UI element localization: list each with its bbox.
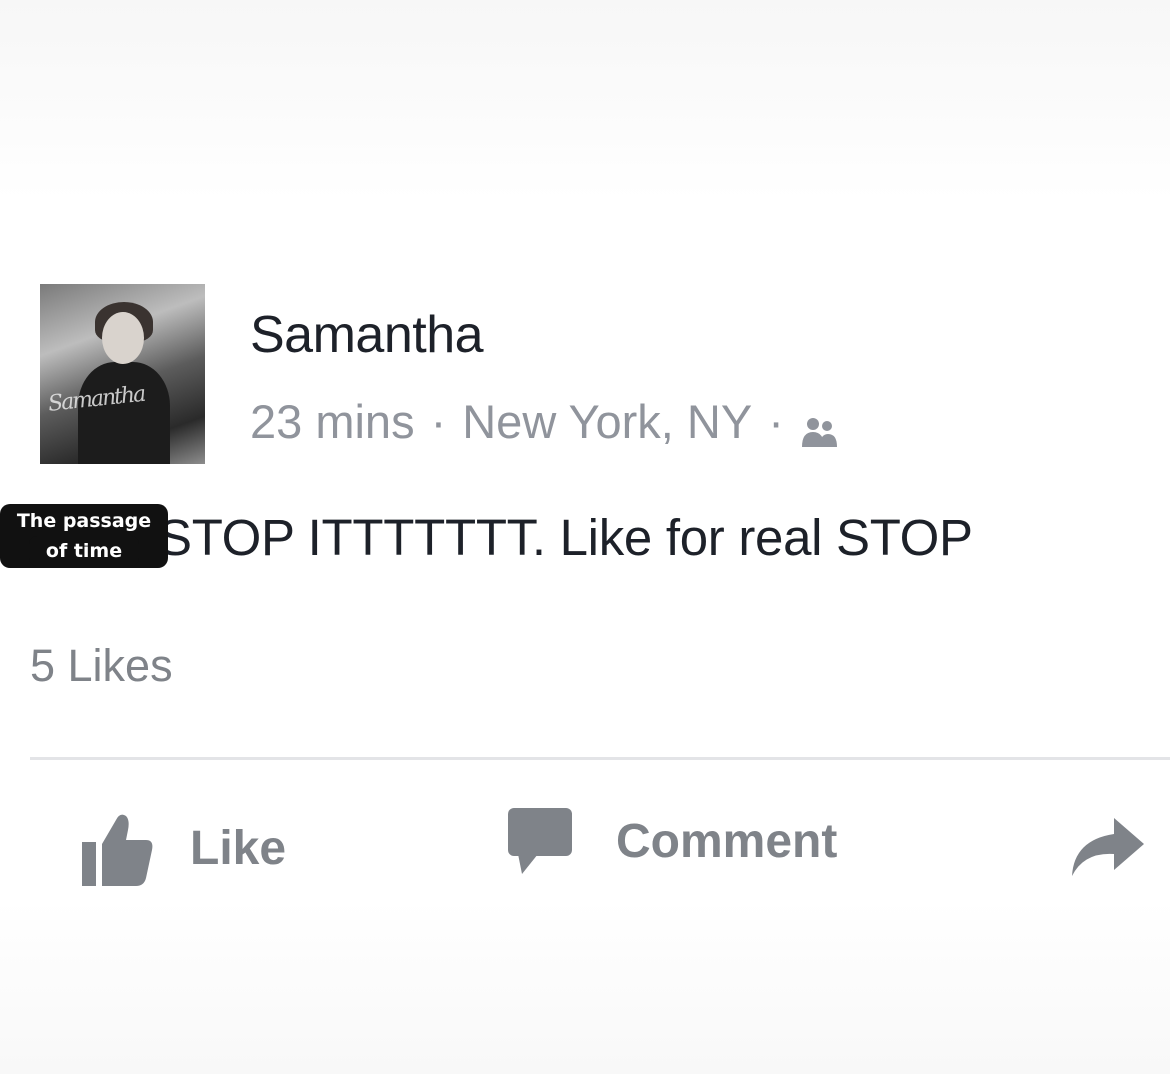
- thumbs-up-icon: [82, 808, 154, 888]
- meta-separator: ·: [430, 395, 447, 448]
- post-meta: 23 mins · New York, NY ·: [250, 394, 840, 449]
- author-name[interactable]: Samantha: [250, 305, 484, 365]
- comment-label: Comment: [616, 814, 838, 868]
- comment-bubble-icon: [508, 808, 574, 874]
- caption-sticker: The passage of time: [0, 504, 168, 568]
- comment-button[interactable]: Comment: [508, 808, 837, 874]
- divider: [30, 757, 1170, 760]
- like-label: Like: [190, 821, 287, 875]
- post-time[interactable]: 23 mins: [250, 394, 415, 449]
- like-button[interactable]: Like: [82, 808, 286, 888]
- action-bar: Like Comment: [0, 800, 1170, 900]
- share-arrow-icon: [1070, 818, 1144, 876]
- likes-count[interactable]: 5 Likes: [30, 640, 173, 692]
- status-text: STOP ITTTTTTT. Like for real STOP: [158, 509, 973, 566]
- post-location[interactable]: New York, NY: [462, 394, 752, 449]
- facebook-post: Samanthа Samantha 23 mins · New York, NY…: [0, 0, 1170, 1074]
- sticker-line-1: The passage: [16, 510, 152, 532]
- friends-icon[interactable]: [800, 405, 840, 447]
- share-button[interactable]: [1070, 818, 1144, 876]
- avatar-face: [102, 312, 144, 364]
- sticker-line-2: of time: [29, 536, 139, 566]
- author-avatar[interactable]: Samanthа: [40, 284, 205, 464]
- meta-separator: ·: [768, 395, 784, 448]
